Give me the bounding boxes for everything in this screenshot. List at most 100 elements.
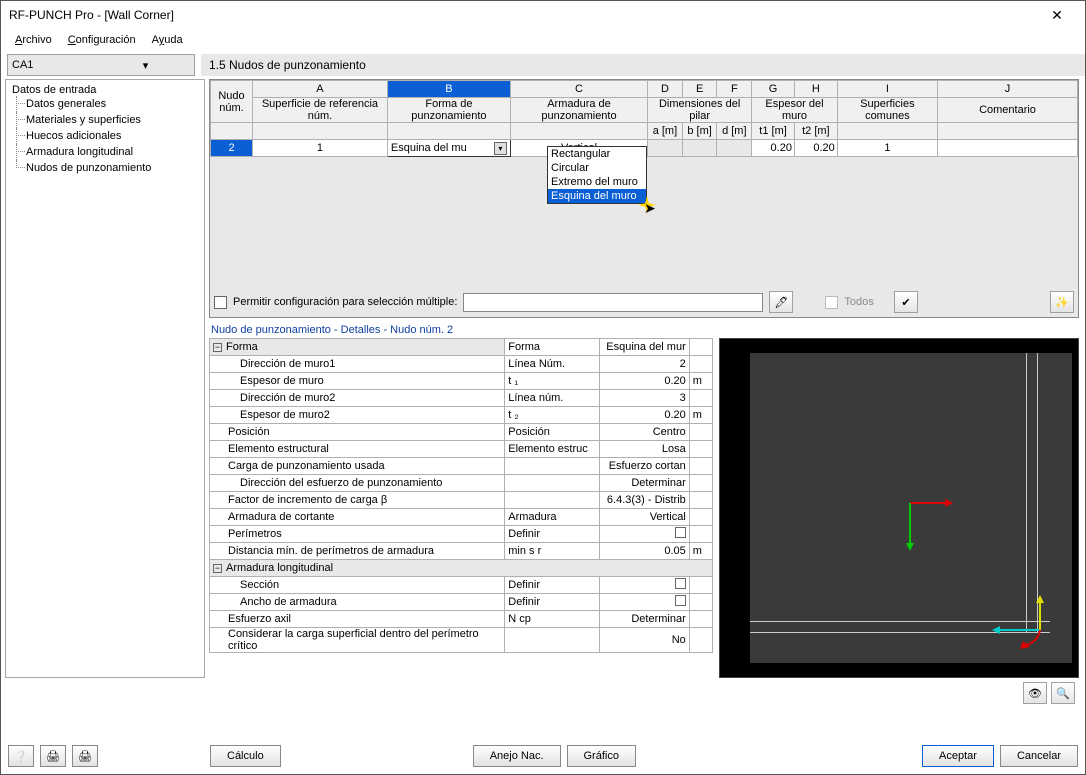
tree-item[interactable]: Datos generales bbox=[8, 96, 202, 112]
det-val[interactable] bbox=[600, 594, 690, 611]
det-val[interactable]: Determinar bbox=[600, 611, 690, 628]
col-header[interactable]: Forma de punzonamiento bbox=[387, 98, 510, 123]
multiselect-input[interactable] bbox=[463, 293, 763, 312]
help-button[interactable]: ❔ bbox=[8, 745, 34, 767]
col-header[interactable]: Armadura de punzonamiento bbox=[510, 98, 647, 123]
forma-dropdown[interactable]: Rectangular Circular Extremo del muro Es… bbox=[547, 146, 647, 204]
menu-archivo[interactable]: Archivo bbox=[9, 32, 58, 48]
cell-forma[interactable]: Esquina del mu ▾ bbox=[387, 140, 510, 157]
collapse-icon[interactable]: − bbox=[213, 343, 222, 352]
cell-sc[interactable]: 1 bbox=[837, 140, 937, 157]
checkbox-icon[interactable] bbox=[675, 578, 686, 589]
dropdown-option[interactable]: Circular bbox=[548, 161, 646, 175]
aceptar-button[interactable]: Aceptar bbox=[922, 745, 994, 767]
col-header[interactable]: Superficie de referencia núm. bbox=[253, 98, 388, 123]
col-letter[interactable]: E bbox=[682, 81, 717, 98]
det-val[interactable] bbox=[600, 526, 690, 543]
det-val[interactable]: 3 bbox=[600, 390, 690, 407]
det-val[interactable]: 0.20 bbox=[600, 373, 690, 390]
checkbox-icon[interactable] bbox=[675, 527, 686, 538]
collapse-icon[interactable]: − bbox=[213, 564, 222, 573]
magnify-icon[interactable]: 🔍 bbox=[1051, 682, 1075, 704]
col-letter[interactable]: C bbox=[510, 81, 647, 98]
export2-button[interactable]: 🖨 bbox=[72, 745, 98, 767]
tree-item[interactable]: Materiales y superficies bbox=[8, 112, 202, 128]
col-letter[interactable]: D bbox=[648, 81, 683, 98]
det-val[interactable]: No bbox=[600, 628, 690, 653]
det-col: Línea Núm. bbox=[505, 356, 600, 373]
details-table[interactable]: −FormaFormaEsquina del mur Dirección de … bbox=[209, 338, 713, 653]
cell[interactable] bbox=[648, 140, 683, 157]
col-letter[interactable]: B bbox=[387, 81, 510, 98]
det-val[interactable]: Determinar bbox=[600, 475, 690, 492]
dropdown-option[interactable]: Extremo del muro bbox=[548, 175, 646, 189]
anejo-button[interactable]: Anejo Nac. bbox=[473, 745, 561, 767]
dropdown-option-selected[interactable]: Esquina del muro bbox=[548, 189, 646, 203]
col-header[interactable]: Superficies comunes bbox=[837, 98, 937, 123]
col-sub[interactable]: t1 [m] bbox=[752, 123, 795, 140]
cell[interactable] bbox=[717, 140, 752, 157]
tree-item[interactable]: Armadura longitudinal bbox=[8, 144, 202, 160]
multiselect-checkbox[interactable] bbox=[214, 296, 227, 309]
col-header[interactable]: Dimensiones del pilar bbox=[648, 98, 752, 123]
col-sub[interactable]: b [m] bbox=[682, 123, 717, 140]
col-sub[interactable]: t2 [m] bbox=[794, 123, 837, 140]
cell-com[interactable] bbox=[938, 140, 1078, 157]
col-header[interactable]: Comentario bbox=[938, 98, 1078, 123]
det-val[interactable]: 2 bbox=[600, 356, 690, 373]
col-letter[interactable]: H bbox=[794, 81, 837, 98]
pick-icon[interactable]: 🖊 bbox=[769, 291, 793, 313]
menu-ayuda[interactable]: Ayuda bbox=[146, 32, 189, 48]
col-header[interactable]: Nudo núm. bbox=[211, 81, 253, 123]
tree-item[interactable]: Nudos de punzonamiento bbox=[8, 160, 202, 176]
det-val[interactable]: Losa bbox=[600, 441, 690, 458]
det-val[interactable] bbox=[600, 577, 690, 594]
check-icon[interactable]: ✔ bbox=[894, 291, 918, 313]
section-title: 1.5 Nudos de punzonamiento bbox=[201, 54, 1085, 76]
eye-icon[interactable]: 👁 bbox=[1023, 682, 1047, 704]
det-val[interactable]: Esquina del mur bbox=[600, 339, 690, 356]
grafico-button[interactable]: Gráfico bbox=[567, 745, 636, 767]
col-letter[interactable]: I bbox=[837, 81, 937, 98]
dropdown-button[interactable]: ▾ bbox=[494, 142, 507, 155]
load-case-combo[interactable]: CA1 ▾ bbox=[7, 54, 195, 76]
det-val[interactable]: 0.20 bbox=[600, 407, 690, 424]
det-val[interactable]: 0.05 bbox=[600, 543, 690, 560]
det-val[interactable]: Centro bbox=[600, 424, 690, 441]
col-letter[interactable]: A bbox=[253, 81, 388, 98]
cell-sup[interactable]: 1 bbox=[253, 140, 388, 157]
tree-item[interactable]: Huecos adicionales bbox=[8, 128, 202, 144]
group-armlong: Armadura longitudinal bbox=[226, 562, 333, 574]
col-letter[interactable]: J bbox=[938, 81, 1078, 98]
det-label: Espesor de muro2 bbox=[210, 407, 505, 424]
menubar: Archivo Configuración Ayuda bbox=[1, 29, 1085, 51]
dropdown-option[interactable]: Rectangular bbox=[548, 147, 646, 161]
det-val[interactable]: 6.4.3(3) - Distrib bbox=[600, 492, 690, 509]
wand-icon[interactable]: ✨ bbox=[1050, 291, 1074, 313]
col-sub[interactable]: a [m] bbox=[648, 123, 683, 140]
checkbox-icon[interactable] bbox=[675, 595, 686, 606]
close-icon[interactable]: ✕ bbox=[1037, 7, 1077, 24]
todos-checkbox[interactable] bbox=[825, 296, 838, 309]
det-col: Definir bbox=[505, 526, 600, 543]
cell-t1[interactable]: 0.20 bbox=[752, 140, 795, 157]
row-num[interactable]: 2 bbox=[211, 140, 253, 157]
cell-t2[interactable]: 0.20 bbox=[794, 140, 837, 157]
navigation-tree: Datos de entrada Datos generales Materia… bbox=[5, 79, 205, 678]
det-col: Línea núm. bbox=[505, 390, 600, 407]
tree-root[interactable]: Datos de entrada bbox=[8, 84, 202, 96]
cell[interactable] bbox=[682, 140, 717, 157]
col-sub[interactable]: d [m] bbox=[717, 123, 752, 140]
menu-config[interactable]: Configuración bbox=[62, 32, 142, 48]
col-header[interactable]: Espesor del muro bbox=[752, 98, 838, 123]
col-letter[interactable]: F bbox=[717, 81, 752, 98]
det-val[interactable]: Esfuerzo cortan bbox=[600, 458, 690, 475]
graphic-preview[interactable] bbox=[719, 338, 1079, 678]
export-button[interactable]: 🖨 bbox=[40, 745, 66, 767]
main-grid[interactable]: Nudo núm. A B C D E F G H I J Superficie… bbox=[209, 79, 1079, 318]
cancelar-button[interactable]: Cancelar bbox=[1000, 745, 1078, 767]
det-col: t ₁ bbox=[505, 373, 600, 390]
col-letter[interactable]: G bbox=[752, 81, 795, 98]
det-val[interactable]: Vertical bbox=[600, 509, 690, 526]
calculo-button[interactable]: Cálculo bbox=[210, 745, 281, 767]
